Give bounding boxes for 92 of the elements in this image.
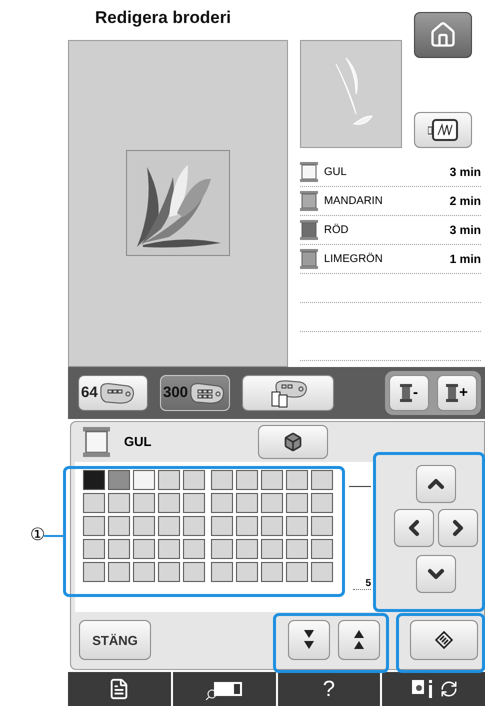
scroll-down-button[interactable] [288,620,330,660]
color-swatch[interactable] [183,470,205,490]
color-swatch[interactable] [133,562,155,582]
down-button[interactable] [416,554,456,593]
frame-button[interactable] [414,112,472,148]
color-swatch[interactable] [158,492,180,513]
color-swatch[interactable] [183,492,205,513]
double-up-triangle-icon [354,630,364,650]
color-swatch[interactable] [311,538,333,559]
color-swatch[interactable] [133,538,155,559]
spool-button[interactable]: + [437,374,477,411]
color-swatch[interactable] [108,470,130,490]
color-swatch[interactable] [311,492,333,513]
color-swatch[interactable] [286,562,308,582]
color-swatch[interactable] [311,562,333,582]
color-swatch[interactable] [211,492,233,513]
leader-line [44,535,64,537]
document-icon [108,678,130,700]
left-button[interactable] [394,508,434,547]
color-swatch[interactable] [183,538,205,559]
spool-icon [400,384,412,402]
color-swatch[interactable] [236,516,258,536]
screen-title: Redigera broderi [94,7,232,29]
color-swatch[interactable] [183,562,205,582]
color-swatch[interactable] [158,538,180,559]
machine-tab[interactable] [172,672,276,706]
color-swatch[interactable] [261,516,283,536]
color-swatch[interactable] [158,470,180,490]
callout-number: ① [30,524,45,545]
color-swatch[interactable] [211,516,233,536]
thread-name: LIMEGRÖN [324,253,384,265]
color-swatch[interactable] [133,516,155,536]
color-swatch[interactable] [83,470,105,490]
color-swatch[interactable] [261,562,283,582]
color-swatch[interactable] [211,538,233,559]
color-swatch[interactable] [286,538,308,559]
color-swatch[interactable] [108,562,130,582]
spool-icon [446,384,458,402]
color-swatch[interactable] [108,492,130,513]
color-swatch[interactable] [83,562,105,582]
spool-button[interactable]: - [389,374,429,411]
color-swatch[interactable] [236,538,258,559]
home-button[interactable] [414,12,472,58]
color-swatch[interactable] [211,470,233,490]
right-button[interactable] [438,508,478,547]
thread-time: 1 min [450,252,481,266]
page-number: 5 [353,578,371,590]
thread-name: GUL [324,166,348,178]
color-swatch[interactable] [211,562,233,582]
color-swatch[interactable] [83,492,105,513]
color-swatch[interactable] [133,492,155,513]
memory-button[interactable] [410,620,478,660]
thread-name: RÖD [324,224,350,236]
color-swatch[interactable] [83,538,105,559]
thread-time: 3 min [450,223,481,237]
color-swatch[interactable] [286,492,308,513]
color-swatch[interactable] [286,470,308,490]
color-swatch[interactable] [108,516,130,536]
color-swatch[interactable] [183,516,205,536]
palette-button[interactable]: 300 [160,374,230,411]
color-swatch[interactable] [236,562,258,582]
close-button[interactable]: STÄNG [79,620,151,660]
color-swatch[interactable] [158,562,180,582]
home-icon [429,21,457,49]
palette-button[interactable]: 64 [78,374,148,411]
current-thread-name: GUL [124,434,152,450]
document-tab[interactable] [68,672,171,706]
color-swatch[interactable] [261,492,283,513]
double-down-triangle-icon [304,630,314,650]
settings-tab[interactable] [382,672,485,706]
color-swatch[interactable] [261,470,283,490]
cube-icon [283,432,303,452]
color-swatch[interactable] [311,516,333,536]
color-swatch[interactable] [108,538,130,559]
color-swatch[interactable] [236,492,258,513]
color-swatch[interactable] [261,538,283,559]
cube-button[interactable] [258,424,328,459]
color-swatch[interactable] [158,516,180,536]
hoop-icon [428,119,458,141]
color-swatch[interactable] [236,470,258,490]
thread-time: 3 min [450,165,481,179]
help-tab[interactable]: ? [278,672,380,706]
color-swatch[interactable] [83,516,105,536]
up-button[interactable] [416,464,456,503]
scroll-up-button[interactable] [338,620,380,660]
thread-time: 2 min [450,194,481,208]
color-swatch[interactable] [133,470,155,490]
color-swatch[interactable] [311,470,333,490]
user-thread-button[interactable] [242,374,334,411]
thread-name: MANDARIN [324,195,384,207]
rotate-icon [440,680,458,698]
color-swatch[interactable] [286,516,308,536]
